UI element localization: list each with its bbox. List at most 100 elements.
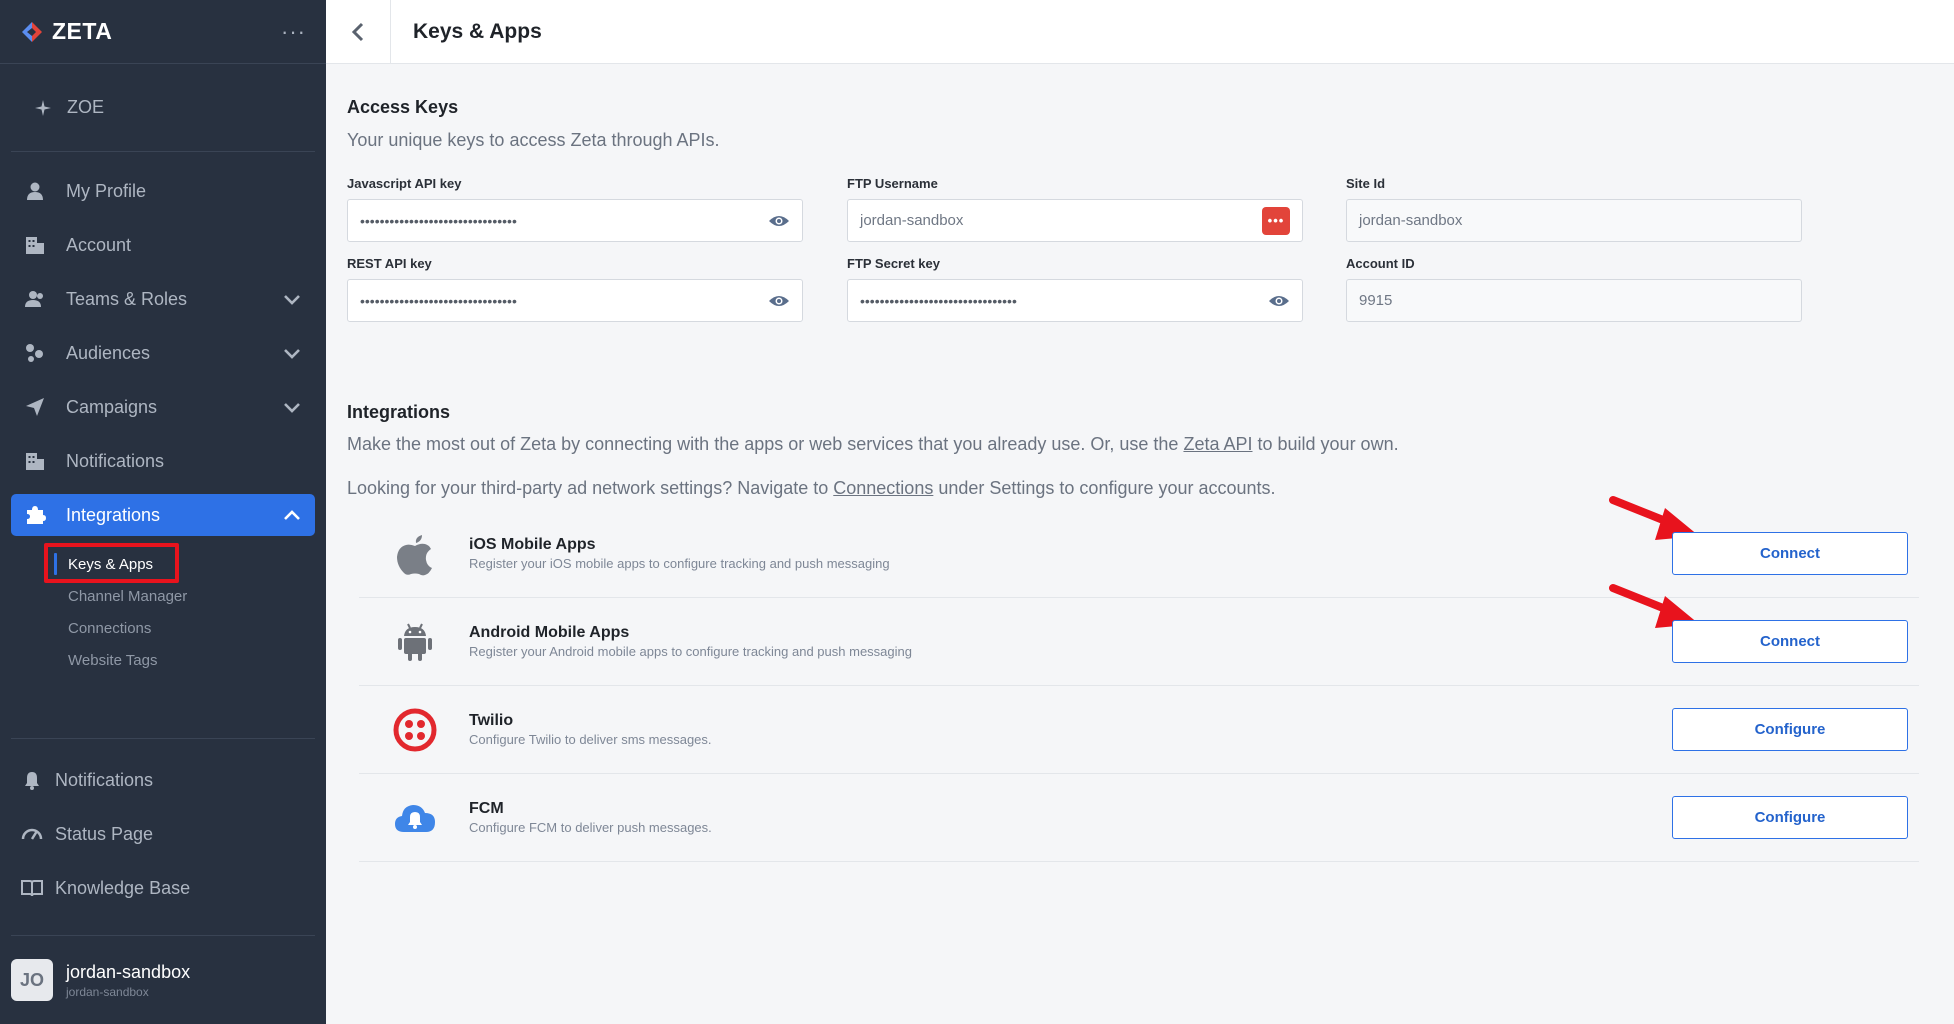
sidebar-item-my-profile[interactable]: My Profile <box>11 170 315 212</box>
integration-name: iOS Mobile Apps <box>469 536 596 553</box>
avatar: JO <box>11 959 53 1001</box>
ftp-username-input[interactable]: jordan-sandbox ••• <box>847 199 1303 242</box>
integration-desc: Configure Twilio to deliver sms messages… <box>469 732 712 747</box>
desc-text: Looking for your third-party ad network … <box>347 478 834 498</box>
desc-text: under Settings to configure your account… <box>933 478 1276 498</box>
eye-icon[interactable] <box>1268 293 1290 309</box>
configure-fcm-button[interactable]: Configure <box>1672 796 1908 839</box>
js-api-key-field: Javascript API key •••••••••••••••••••••… <box>347 176 803 242</box>
zeta-logo-icon <box>22 21 42 42</box>
sidebar-item-label: Account <box>66 234 132 255</box>
paper-plane-icon <box>23 395 47 419</box>
list-item: FCM Configure FCM to deliver push messag… <box>359 774 1919 862</box>
connect-android-button[interactable]: Connect <box>1672 620 1908 663</box>
integration-name: FCM <box>469 800 504 817</box>
chevron-down-icon[interactable] <box>281 342 303 364</box>
site-id-field: Site Id jordan-sandbox <box>1346 176 1802 242</box>
brand-name: ZETA <box>52 18 113 44</box>
list-item-text: FCM Configure FCM to deliver push messag… <box>469 800 712 835</box>
desc-text: Make the most out of Zeta by connecting … <box>347 434 1184 454</box>
top-bar: Keys & Apps <box>326 0 1954 64</box>
field-value: jordan-sandbox <box>860 212 964 229</box>
chevron-up-icon[interactable] <box>281 504 303 526</box>
ftp-secret-key-input[interactable]: •••••••••••••••••••••••••••••••• <box>847 279 1303 322</box>
chevron-down-icon[interactable] <box>281 396 303 418</box>
sidebar-item-label: Campaigns <box>66 396 158 417</box>
rest-api-key-input[interactable]: •••••••••••••••••••••••••••••••• <box>347 279 803 322</box>
sidebar-item-label: Audiences <box>66 342 151 363</box>
list-item-text: Twilio Configure Twilio to deliver sms m… <box>469 712 712 747</box>
password-manager-icon[interactable]: ••• <box>1262 206 1290 235</box>
integrations-title: Integrations <box>347 402 451 422</box>
sidebar-item-status-page[interactable]: Status Page <box>11 813 315 855</box>
android-icon <box>393 620 437 664</box>
field-value: •••••••••••••••••••••••••••••••• <box>360 292 517 309</box>
gauge-icon <box>21 823 43 845</box>
back-button[interactable] <box>326 0 391 64</box>
chevron-left-icon <box>351 22 364 41</box>
field-value: •••••••••••••••••••••••••••••••• <box>860 292 1017 309</box>
field-value: 9915 <box>1359 292 1393 309</box>
account-id-field: Account ID 9915 <box>1346 256 1802 322</box>
sidebar-item-label: Teams & Roles <box>66 288 188 309</box>
sidebar-item-zoe[interactable]: ZOE <box>11 64 315 152</box>
sidebar-item-label: Notifications <box>55 769 154 790</box>
sidebar-item-label: Knowledge Base <box>55 877 191 898</box>
site-id-input[interactable]: jordan-sandbox <box>1346 199 1802 242</box>
eye-icon[interactable] <box>768 293 790 309</box>
sidebar-item-label: Notifications <box>66 450 165 471</box>
audience-icon <box>23 341 47 365</box>
ftp-username-field: FTP Username jordan-sandbox ••• <box>847 176 1303 242</box>
sidebar-item-teams-roles[interactable]: Teams & Roles <box>11 278 315 320</box>
sidebar-item-integrations[interactable]: Integrations <box>11 494 315 536</box>
field-label: Site Id <box>1346 176 1386 191</box>
field-label: FTP Secret key <box>847 256 940 271</box>
integration-desc: Register your iOS mobile apps to configu… <box>469 556 890 571</box>
zeta-api-link[interactable]: Zeta API <box>1183 434 1252 454</box>
chevron-down-icon[interactable] <box>281 288 303 310</box>
sidebar-item-notifications-bottom[interactable]: Notifications <box>11 759 315 801</box>
field-label: REST API key <box>347 256 432 271</box>
annotation-highlight-box <box>44 543 179 583</box>
connect-ios-button[interactable]: Connect <box>1672 532 1908 575</box>
apple-icon <box>393 532 437 576</box>
sidebar-item-audiences[interactable]: Audiences <box>11 332 315 374</box>
connections-link[interactable]: Connections <box>833 478 933 498</box>
sparkle-icon <box>35 99 51 116</box>
page-title: Keys & Apps <box>413 19 542 43</box>
user-icon <box>23 179 47 203</box>
field-value: jordan-sandbox <box>1359 212 1463 229</box>
integrations-desc: Make the most out of Zeta by connecting … <box>347 434 1399 455</box>
sidebar-nav: My Profile Account Teams & Roles Audienc… <box>0 152 326 676</box>
book-icon <box>21 877 43 899</box>
brand-row: ZETA ··· <box>0 0 326 64</box>
field-value: •••••••••••••••••••••••••••••••• <box>360 212 517 229</box>
account-id-input[interactable]: 9915 <box>1346 279 1802 322</box>
user-account: jordan-sandbox <box>66 984 149 999</box>
twilio-icon <box>393 708 437 752</box>
more-menu-icon[interactable]: ··· <box>281 20 306 43</box>
user-profile[interactable]: JO jordan-sandbox jordan-sandbox <box>11 935 315 1024</box>
user-name: jordan-sandbox <box>66 961 191 982</box>
building-icon <box>23 233 47 257</box>
sidebar-item-campaigns[interactable]: Campaigns <box>11 386 315 428</box>
puzzle-icon <box>23 503 47 527</box>
sidebar-item-label: ZOE <box>67 97 105 117</box>
building-icon <box>23 449 47 473</box>
list-item-text: iOS Mobile Apps Register your iOS mobile… <box>469 536 890 571</box>
sidebar-item-knowledge-base[interactable]: Knowledge Base <box>11 867 315 909</box>
desc-text: to build your own. <box>1252 434 1399 454</box>
configure-twilio-button[interactable]: Configure <box>1672 708 1908 751</box>
field-label: Account ID <box>1346 256 1415 271</box>
list-item: Android Mobile Apps Register your Androi… <box>359 584 1919 686</box>
sidebar-subitem-website-tags[interactable]: Website Tags <box>54 644 326 676</box>
sidebar-subitem-channel-manager[interactable]: Channel Manager <box>54 580 326 612</box>
rest-api-key-field: REST API key •••••••••••••••••••••••••••… <box>347 256 803 322</box>
js-api-key-input[interactable]: •••••••••••••••••••••••••••••••• <box>347 199 803 242</box>
ftp-secret-key-field: FTP Secret key •••••••••••••••••••••••••… <box>847 256 1303 322</box>
eye-icon[interactable] <box>768 213 790 229</box>
integrations-list: iOS Mobile Apps Register your iOS mobile… <box>359 496 1919 862</box>
sidebar-item-notifications[interactable]: Notifications <box>11 440 315 482</box>
sidebar-subitem-connections[interactable]: Connections <box>54 612 326 644</box>
sidebar-item-account[interactable]: Account <box>11 224 315 266</box>
